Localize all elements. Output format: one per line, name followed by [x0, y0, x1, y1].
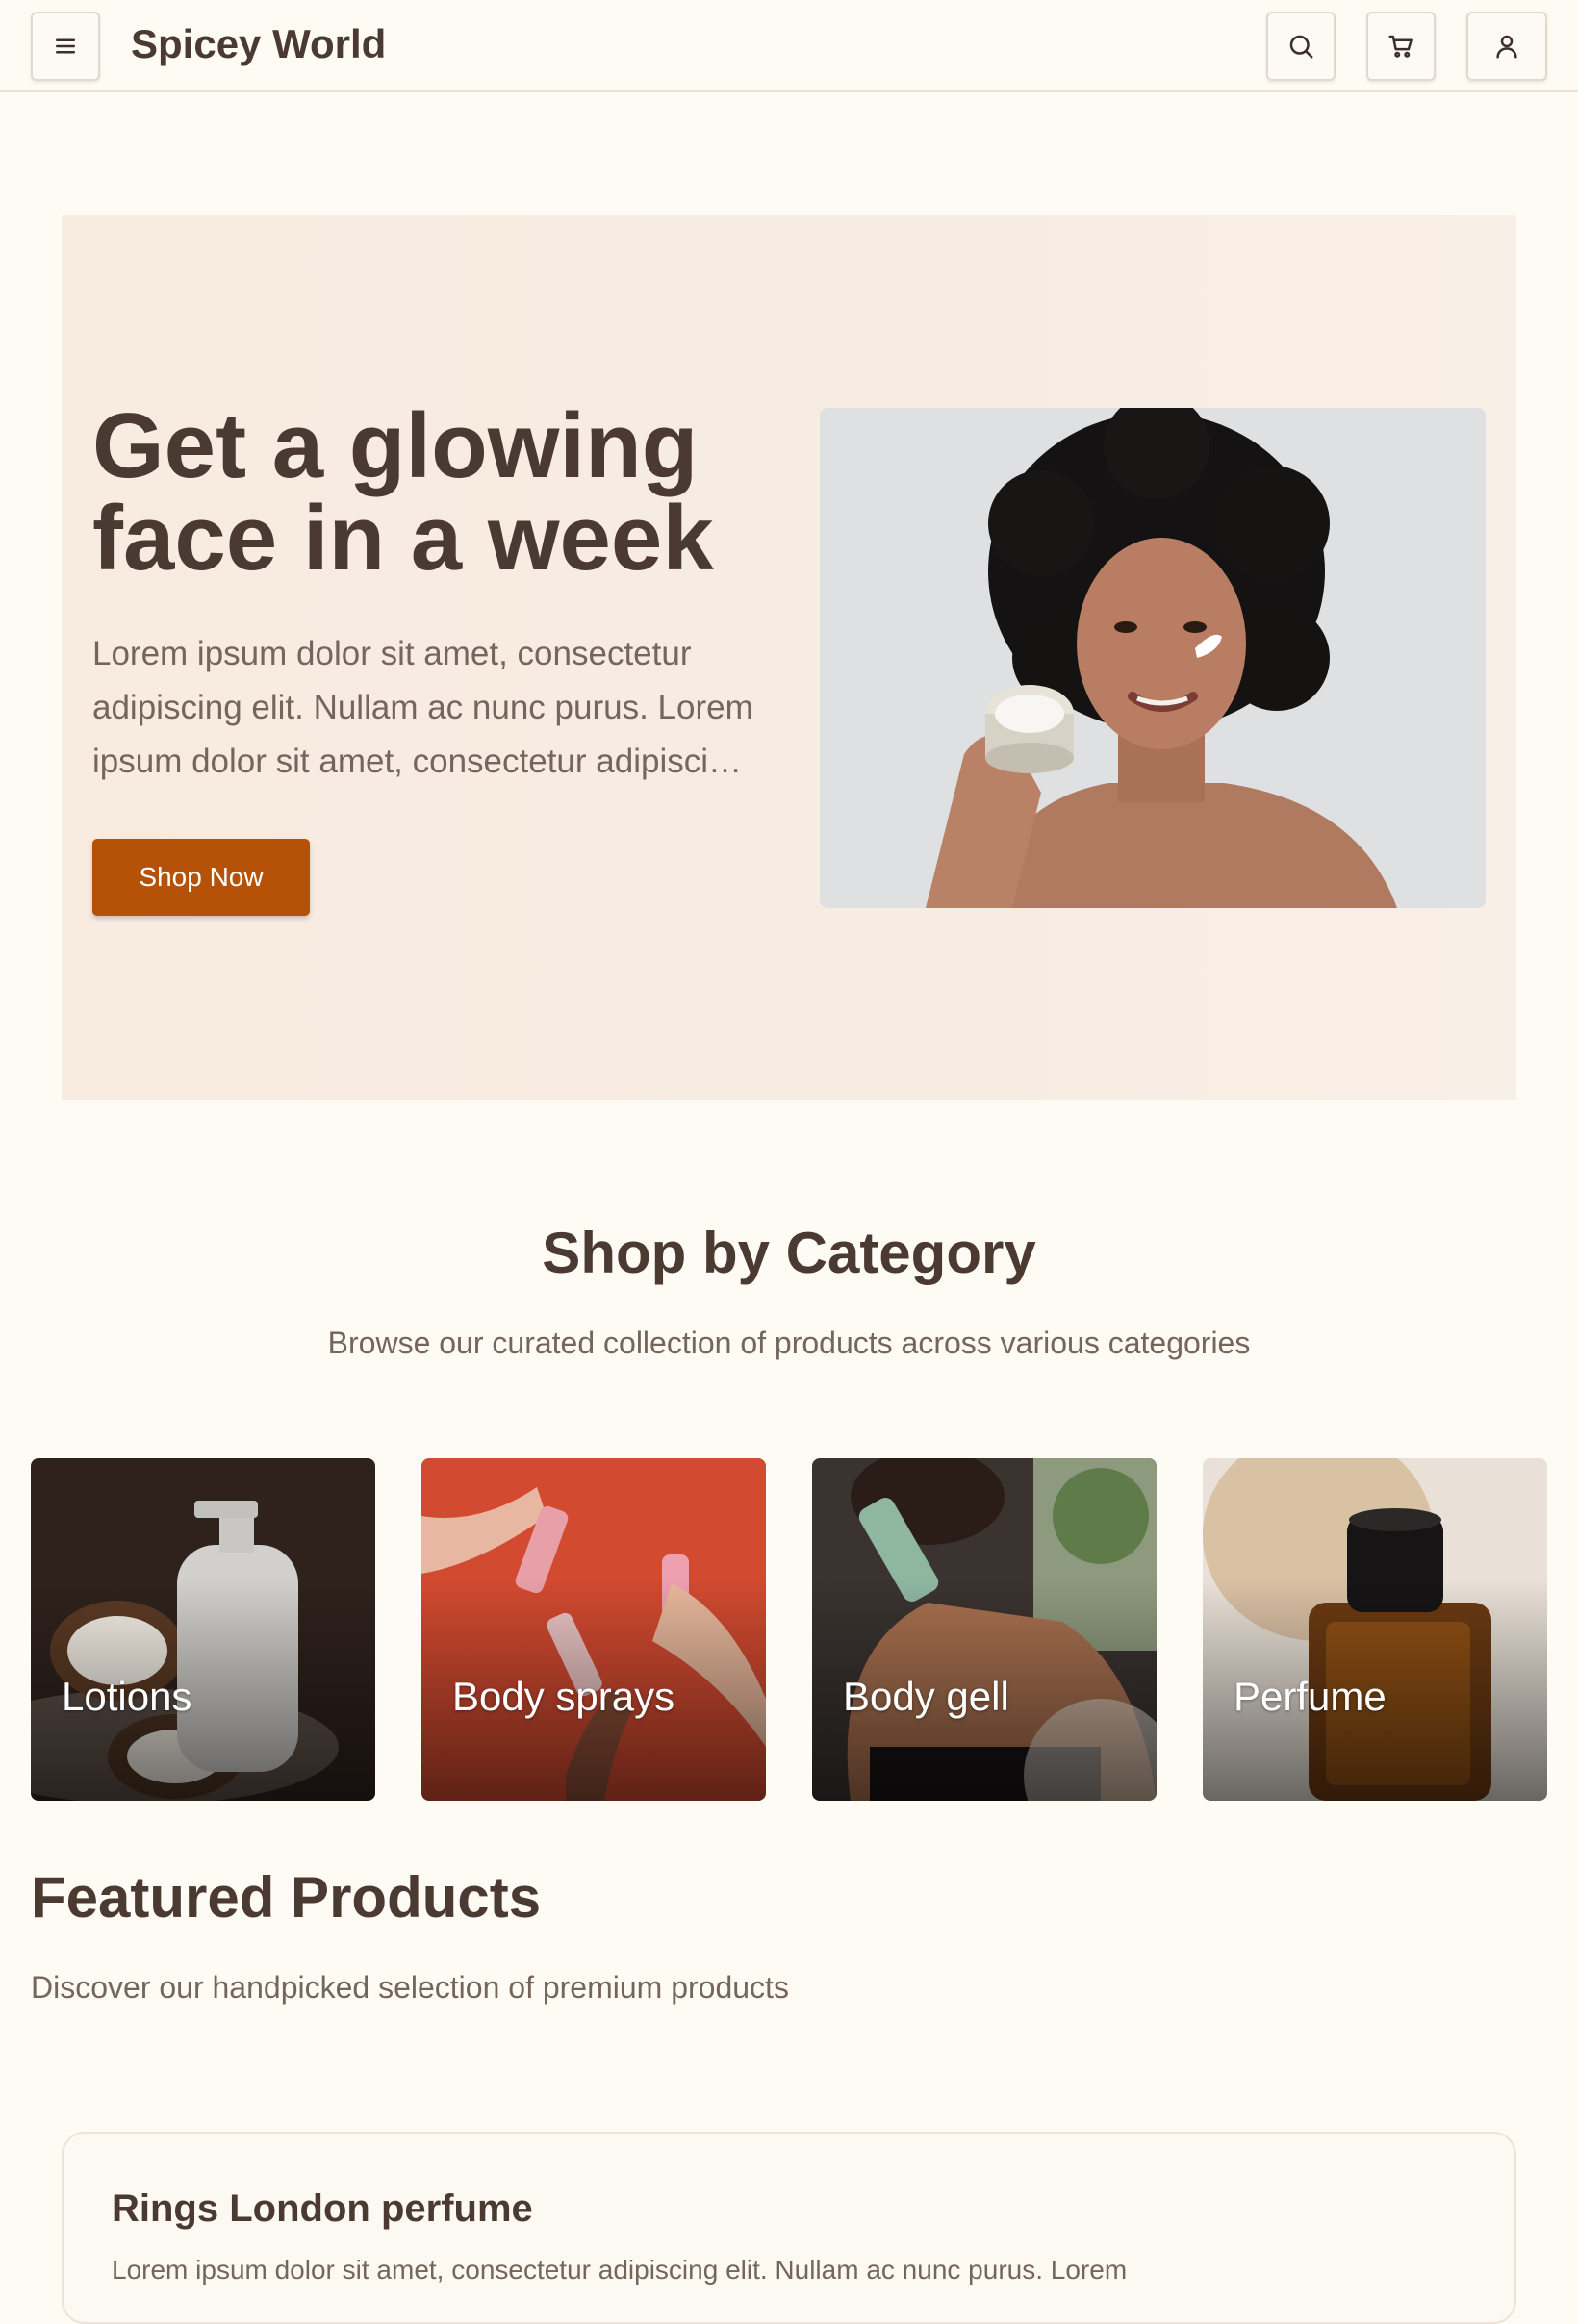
site-header: Spicey World	[0, 0, 1578, 92]
card-overlay	[31, 1458, 375, 1801]
category-card-body-gell[interactable]: Body gell	[812, 1458, 1157, 1801]
brand-logo-text[interactable]: Spicey World	[131, 21, 386, 67]
hero-image	[820, 408, 1486, 908]
featured-subtitle: Discover our handpicked selection of pre…	[31, 1970, 789, 2005]
search-icon	[1289, 35, 1313, 59]
hero-title-line-2: face in a week	[92, 487, 714, 590]
category-card-lotions[interactable]: Lotions	[31, 1458, 375, 1801]
shop-now-button[interactable]: Shop Now	[92, 839, 310, 916]
search-button[interactable]	[1266, 12, 1336, 81]
category-card-perfume[interactable]: Perfume	[1203, 1458, 1547, 1801]
user-icon	[1496, 35, 1517, 59]
hero-description-text: Lorem ipsum dolor sit amet, consectetur …	[92, 635, 753, 780]
category-label: Body sprays	[452, 1674, 675, 1719]
cart-button[interactable]	[1366, 12, 1436, 81]
card-overlay	[812, 1458, 1157, 1801]
card-overlay	[421, 1458, 766, 1801]
product-description: Lorem ipsum dolor sit amet, consectetur …	[112, 2255, 1128, 2285]
card-overlay	[1203, 1458, 1547, 1801]
account-button[interactable]	[1466, 12, 1547, 81]
category-card-body-sprays[interactable]: Body sprays	[421, 1458, 766, 1801]
cart-icon	[1388, 35, 1413, 58]
category-label: Body gell	[843, 1674, 1009, 1719]
category-label: Perfume	[1234, 1674, 1387, 1719]
menu-button[interactable]	[31, 12, 100, 81]
woman-with-cream-image	[820, 408, 1486, 908]
category-label: Lotions	[62, 1674, 192, 1719]
featured-title: Featured Products	[31, 1865, 542, 1930]
hero-description: Lorem ipsum dolor sit amet, consectetur …	[92, 627, 756, 789]
product-name[interactable]: Rings London perfume	[112, 2187, 533, 2231]
hero-title-line-1: Get a glowing	[92, 394, 699, 497]
categories-subtitle: Browse our curated collection of product…	[327, 1326, 1251, 1360]
hero-title: Get a glowing face in a week	[92, 400, 785, 585]
categories-title: Shop by Category	[542, 1221, 1036, 1285]
menu-icon	[56, 38, 75, 54]
product-card[interactable]: Rings London perfume Lorem ipsum dolor s…	[62, 2132, 1516, 2324]
